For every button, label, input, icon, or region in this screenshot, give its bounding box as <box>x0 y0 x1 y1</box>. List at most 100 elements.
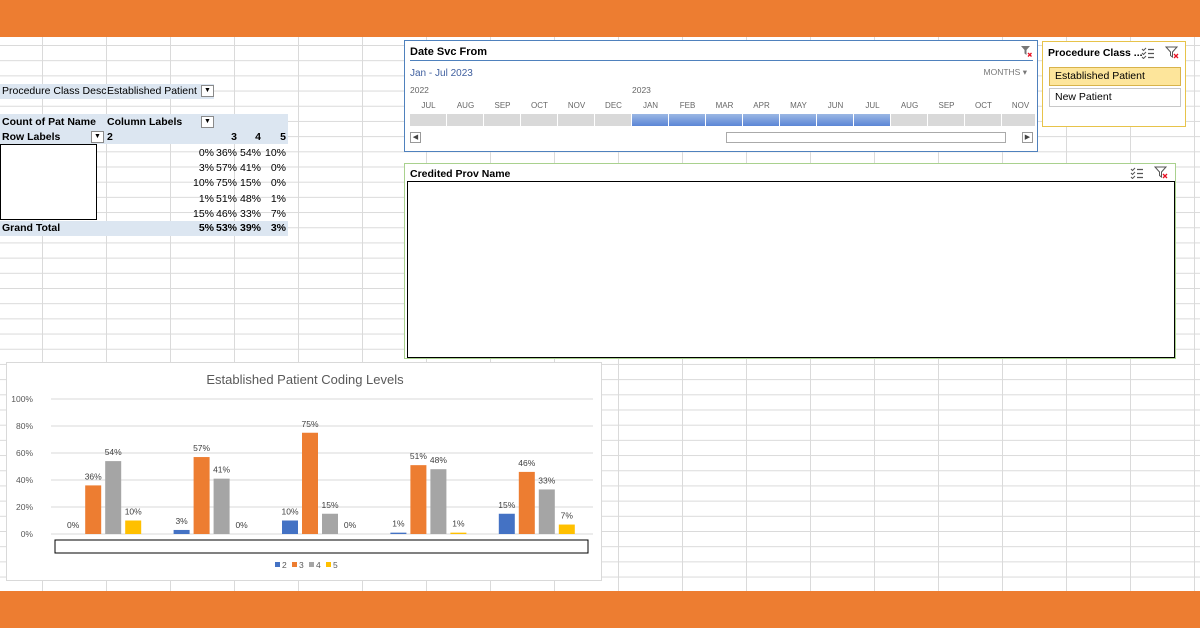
pivot-cell: 0% <box>270 162 286 175</box>
data-label: 1% <box>452 519 465 529</box>
credited-prov-items-box <box>407 181 1175 358</box>
bar-series-3 <box>193 457 210 534</box>
scroll-left-icon[interactable]: ◀ <box>410 132 421 143</box>
data-label: 48% <box>430 455 447 465</box>
timeline-month-label: APR <box>753 101 770 110</box>
timeline-month-tile[interactable] <box>965 114 1002 126</box>
bar-series-4 <box>213 478 230 534</box>
chart-svg: Established Patient Coding Levels0%20%40… <box>11 372 593 570</box>
time-level-label: MONTHS <box>983 67 1021 77</box>
pivot-cell: 0% <box>270 177 286 190</box>
timeline-month-tile[interactable] <box>854 114 891 126</box>
pivot-cell: 1% <box>270 192 286 205</box>
timeline-month-label: OCT <box>531 101 548 110</box>
data-label: 7% <box>561 511 574 521</box>
bar-series-4 <box>105 461 122 534</box>
pivot-filter-value[interactable]: Established Patient <box>107 84 197 99</box>
row-labels-box <box>0 144 97 220</box>
time-level-dropdown[interactable]: MONTHS ▾ <box>984 67 1028 78</box>
legend-label: 2 <box>282 560 287 570</box>
bar-series-2 <box>498 513 515 534</box>
timeline-month-tile[interactable] <box>669 114 706 126</box>
timeline-month-label: NOV <box>567 101 586 110</box>
clear-filter-icon[interactable] <box>1020 45 1032 57</box>
timeline-month-label: MAR <box>715 101 734 110</box>
category-axis-box <box>54 539 589 554</box>
pivot-table: Procedure Class Desc Established Patient… <box>0 0 290 240</box>
timeline-month-tile[interactable] <box>1002 114 1036 126</box>
timeline-month-label: MAY <box>790 101 807 110</box>
pivot-col-header: 5 <box>280 131 286 143</box>
pivot-values-caption: Count of Pat Name <box>2 116 96 128</box>
timeline-month-label: DEC <box>605 101 622 110</box>
pivot-filter-field: Procedure Class Desc <box>2 85 107 97</box>
timeline-month-tile[interactable] <box>891 114 928 126</box>
y-tick-label: 80% <box>16 421 33 431</box>
data-label: 51% <box>410 451 427 461</box>
timeline-month-tile[interactable] <box>521 114 558 126</box>
date-timeline[interactable]: Date Svc From Jan - Jul 2023 MONTHS ▾ 20… <box>404 40 1038 152</box>
timeline-month-tile[interactable] <box>817 114 854 126</box>
timeline-range: Jan - Jul 2023 <box>410 68 473 79</box>
grand-total-cell: 3% <box>270 222 286 234</box>
data-label: 10% <box>125 507 142 517</box>
legend-swatch <box>326 562 331 567</box>
clear-filter-icon[interactable] <box>1154 166 1168 179</box>
bar-series-5 <box>450 532 467 534</box>
credited-prov-slicer[interactable]: Credited Prov Name <box>404 163 1176 359</box>
pivot-col-header: 2 <box>107 131 113 143</box>
multi-select-icon[interactable] <box>1141 47 1155 59</box>
timeline-scrollbar[interactable]: ◀ ▶ <box>410 132 1033 144</box>
pivot-cell: 7% <box>270 207 286 220</box>
row-labels-filter-icon[interactable]: ▼ <box>91 131 104 143</box>
data-label: 41% <box>213 465 230 475</box>
timeline-month-label: SEP <box>494 101 511 110</box>
timeline-month-tile[interactable] <box>595 114 632 126</box>
timeline-month-label: JAN <box>642 101 659 110</box>
timeline-month-tile[interactable] <box>447 114 484 126</box>
timeline-month-label: AUG <box>900 101 919 110</box>
timeline-month-tile[interactable] <box>410 114 447 126</box>
timeline-month-tile[interactable] <box>743 114 780 126</box>
slicer-item-new-patient[interactable]: New Patient <box>1049 88 1181 107</box>
slicer-item-established-patient[interactable]: Established Patient <box>1049 67 1181 86</box>
scroll-thumb[interactable] <box>726 132 1006 143</box>
timeline-month-label: NOV <box>1011 101 1030 110</box>
pivot-filter-dropdown-icon[interactable]: ▼ <box>201 85 214 97</box>
timeline-title: Date Svc From <box>410 46 488 58</box>
timeline-month-tile[interactable] <box>484 114 521 126</box>
timeline-month-label: JUN <box>827 101 844 110</box>
bar-series-5 <box>558 524 575 534</box>
y-tick-label: 60% <box>16 448 33 458</box>
legend-label: 3 <box>299 560 304 570</box>
pivot-row-labels: Row Labels <box>2 131 61 143</box>
timeline-month-tile[interactable] <box>558 114 595 126</box>
y-tick-label: 0% <box>21 529 34 539</box>
bar-series-4 <box>322 513 338 534</box>
timeline-year-label: 2022 <box>410 85 429 95</box>
column-labels-dropdown-icon[interactable]: ▼ <box>201 116 214 128</box>
multi-select-icon[interactable] <box>1130 167 1144 179</box>
timeline-month-tile[interactable] <box>780 114 817 126</box>
timeline-month-label: JUL <box>421 101 436 110</box>
legend-swatch <box>275 562 280 567</box>
data-label: 0% <box>235 520 248 530</box>
coding-levels-chart[interactable]: Established Patient Coding Levels 0% 20% 40… <box>6 362 602 581</box>
timeline-month-tile[interactable] <box>928 114 965 126</box>
bar-series-4 <box>430 469 447 534</box>
data-label: 57% <box>193 443 210 453</box>
timeline-month-tile[interactable] <box>706 114 743 126</box>
procedure-class-slicer[interactable]: Procedure Class ... Established Patient … <box>1042 41 1186 127</box>
timeline-month-label: AUG <box>456 101 475 110</box>
timeline-month-tile[interactable] <box>632 114 669 126</box>
timeline-month-label: SEP <box>938 101 955 110</box>
data-label: 10% <box>281 507 298 517</box>
clear-filter-icon[interactable] <box>1165 46 1179 59</box>
pivot-col-header: 4 <box>255 131 261 143</box>
scroll-right-icon[interactable]: ▶ <box>1022 132 1033 143</box>
chart-title: Established Patient Coding Levels <box>206 372 404 387</box>
timeline-month-label: OCT <box>975 101 992 110</box>
bar-series-2 <box>173 529 190 534</box>
legend-swatch <box>292 562 297 567</box>
bar-series-3 <box>302 432 318 534</box>
